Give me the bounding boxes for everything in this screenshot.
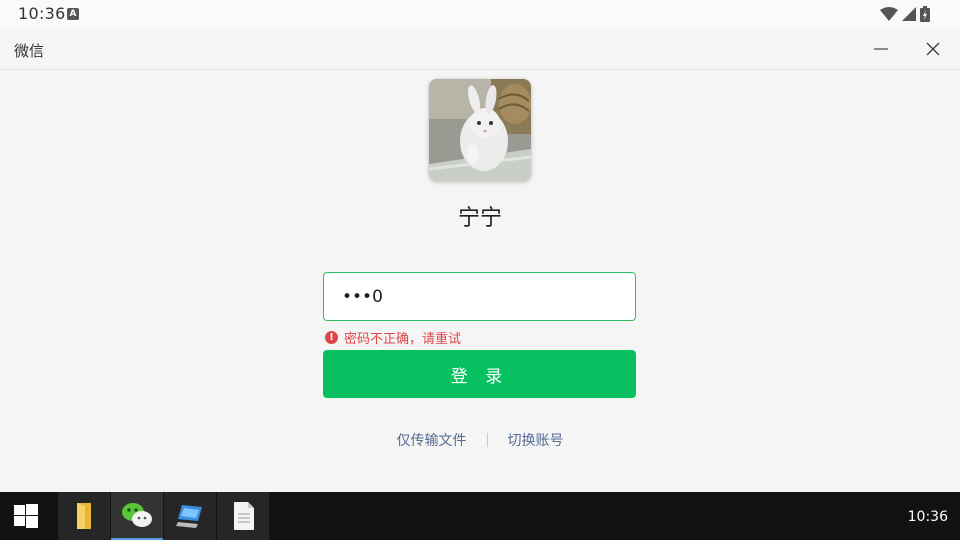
taskbar-computer[interactable] <box>164 492 216 540</box>
taskbar-document[interactable] <box>217 492 269 540</box>
minimize-button[interactable] <box>866 34 896 64</box>
window-title: 微信 <box>14 42 45 60</box>
close-icon <box>926 42 940 56</box>
window-titlebar: 微信 <box>0 28 960 70</box>
error-message: ! 密码不正确，请重试 <box>325 328 461 347</box>
status-bar: 10:36 A <box>0 0 960 28</box>
taskbar-clock: 10:36 <box>907 509 948 525</box>
bunny-photo-icon <box>429 79 531 181</box>
signal-icon <box>902 7 916 21</box>
bottom-links: 仅传输文件 切换账号 <box>380 430 580 450</box>
computer-icon <box>176 505 202 528</box>
wechat-icon <box>122 503 152 527</box>
status-icons <box>880 5 930 23</box>
password-field[interactable] <box>323 272 636 321</box>
file-transfer-only-link[interactable]: 仅传输文件 <box>397 430 467 450</box>
switch-account-link[interactable]: 切换账号 <box>508 430 564 450</box>
link-divider <box>486 433 488 447</box>
folder-icon <box>77 503 91 529</box>
wifi-icon <box>880 7 898 21</box>
close-button[interactable] <box>918 34 948 64</box>
taskbar-file-explorer[interactable] <box>58 492 110 540</box>
taskbar-wechat[interactable] <box>111 492 163 540</box>
avatar <box>429 79 531 181</box>
notification-badge-icon: A <box>67 8 79 20</box>
login-button[interactable]: 登 录 <box>323 350 636 398</box>
taskbar: 10:36 <box>0 492 960 540</box>
document-icon <box>234 502 254 530</box>
start-button[interactable] <box>0 492 52 540</box>
battery-icon <box>920 6 930 22</box>
error-icon: ! <box>325 331 338 344</box>
account-name: 宁宁 <box>457 206 502 231</box>
windows-logo-icon <box>14 504 38 528</box>
minimize-icon <box>874 48 888 50</box>
error-text: 密码不正确，请重试 <box>344 332 462 347</box>
status-time: 10:36 <box>18 4 66 23</box>
